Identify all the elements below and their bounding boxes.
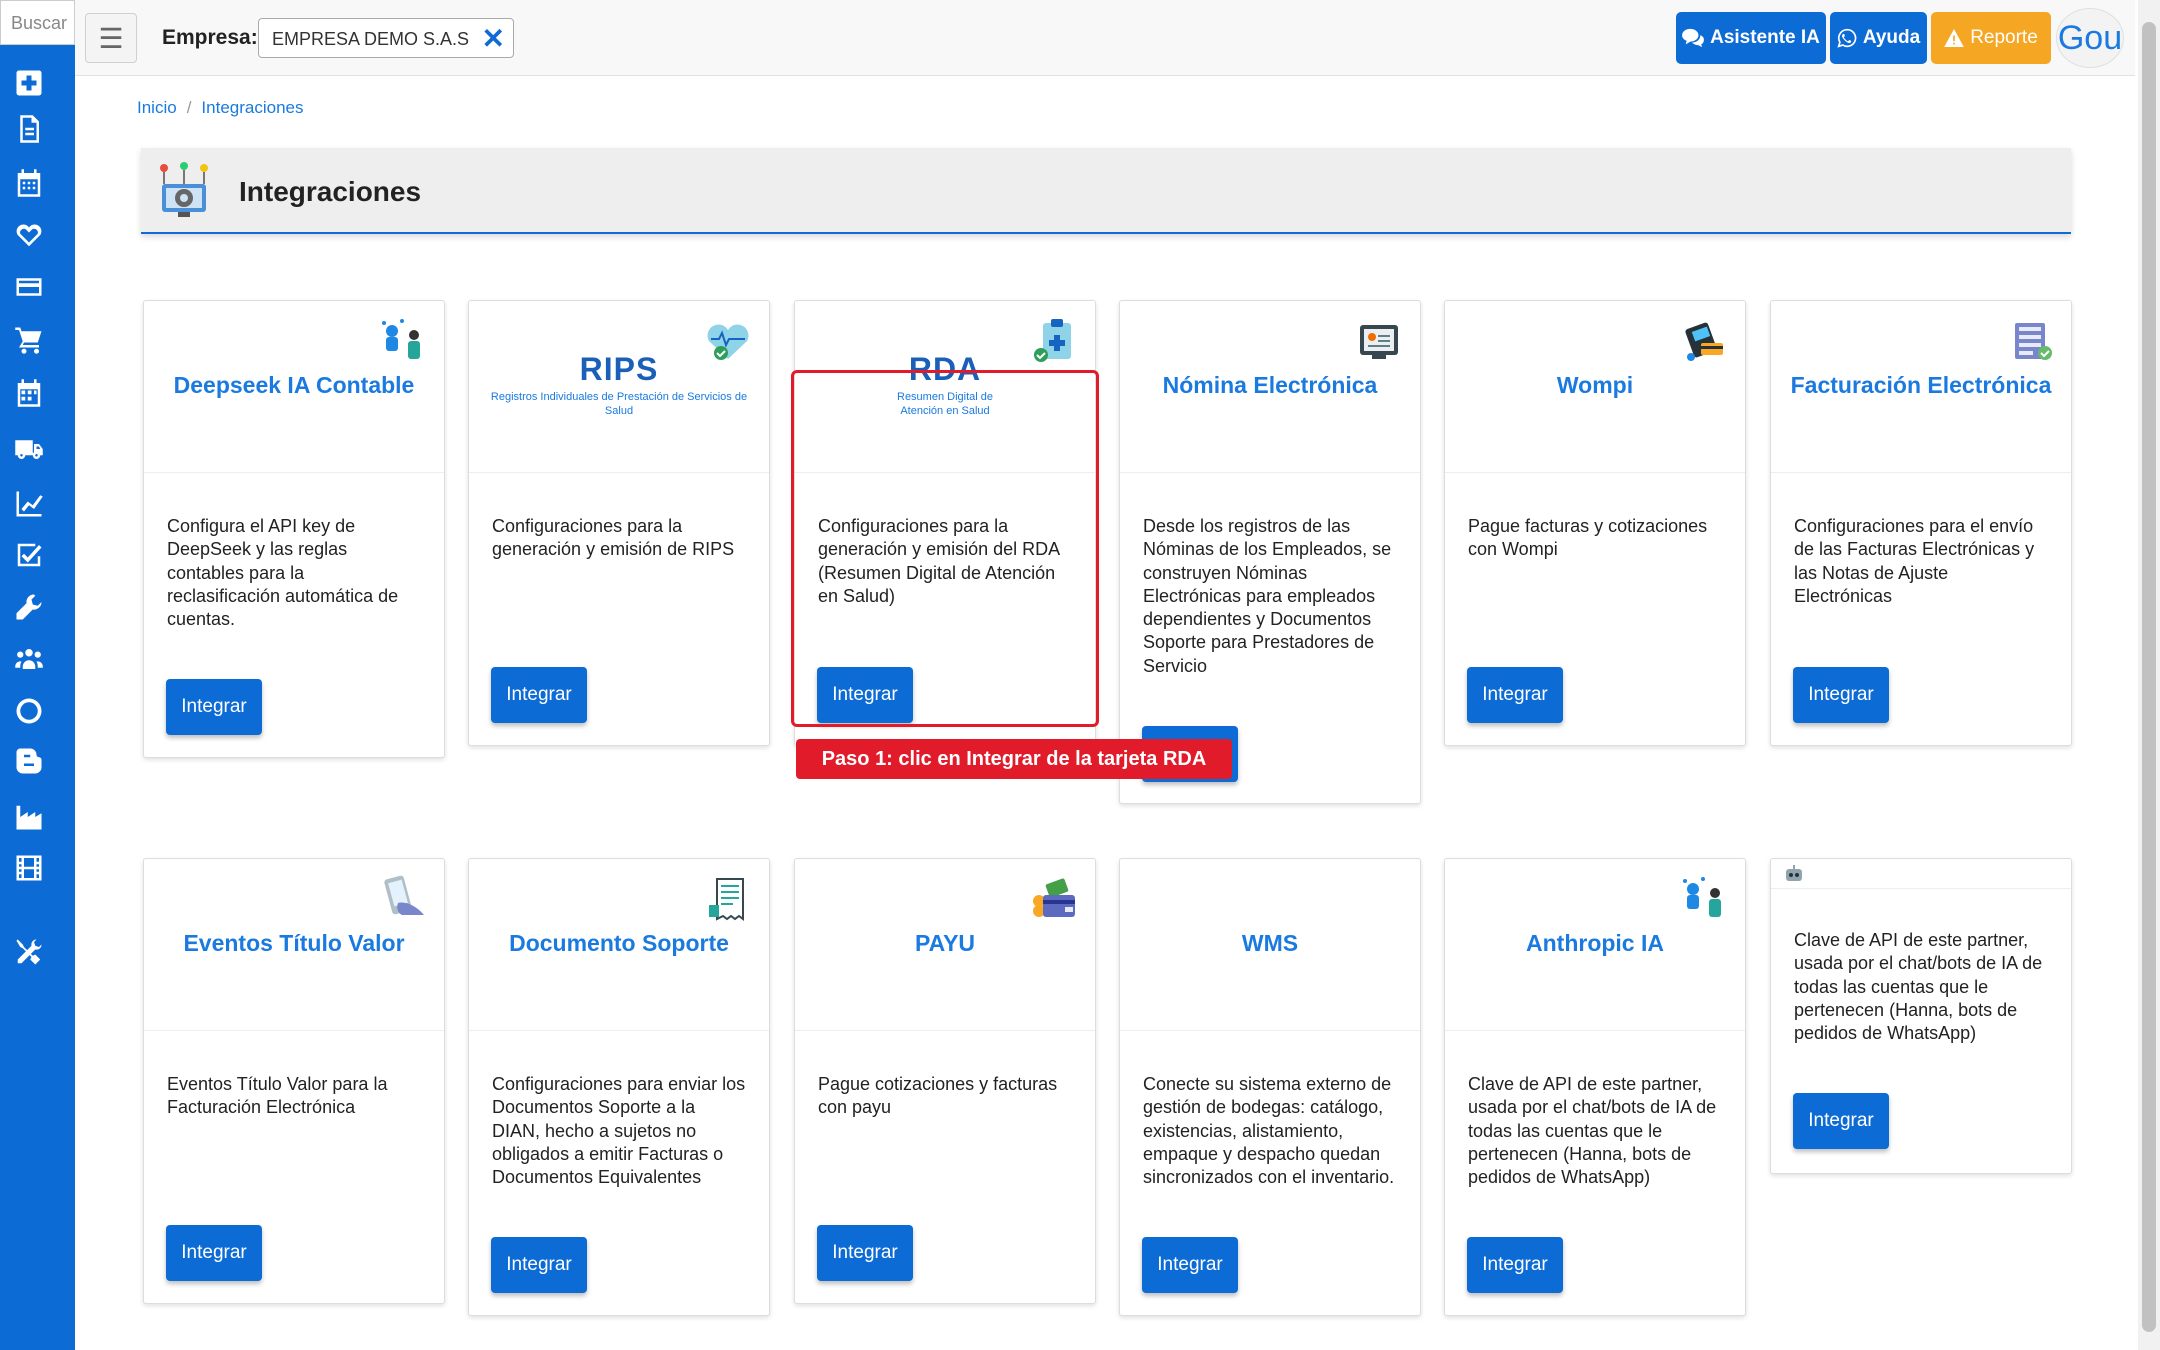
card-title: WMS xyxy=(1241,930,1299,956)
step-callout: Paso 1: clic en Integrar de la tarjeta R… xyxy=(796,739,1232,779)
wrench-icon[interactable] xyxy=(12,590,46,624)
receipt-document-icon xyxy=(709,878,744,921)
calendar-grid-icon[interactable] xyxy=(12,376,46,410)
asistente-ia-button[interactable]: Asistente IA xyxy=(1676,12,1826,64)
integrar-button[interactable]: Integrar xyxy=(1467,1237,1563,1293)
card-title: Documento Soporte xyxy=(509,930,729,956)
mobile-hand-icon xyxy=(384,875,424,915)
card-rips: RIPS Registros Individuales de Prestació… xyxy=(468,300,770,746)
avatar-text: Gou xyxy=(2057,18,2123,57)
breadcrumb-current[interactable]: Integraciones xyxy=(201,98,303,117)
asistente-ia-label: Asistente IA xyxy=(1710,27,1820,48)
tools-icon[interactable] xyxy=(12,935,46,969)
logo-text: RIPS xyxy=(579,351,659,387)
card-description: Clave de API de este partner, usada por … xyxy=(1468,1074,1717,1188)
warning-icon xyxy=(1944,29,1965,47)
card-eventos: Eventos Título Valor Eventos Título Valo… xyxy=(143,858,445,1304)
sidebar-search-input[interactable]: Buscar xyxy=(0,0,75,45)
card-wms: WMS Conecte su sistema externo de gestió… xyxy=(1119,858,1421,1316)
user-avatar[interactable]: Gou xyxy=(2056,8,2124,68)
card-description: Pague cotizaciones y facturas con payu xyxy=(818,1074,1058,1118)
card-description: Configuraciones para la generación y emi… xyxy=(492,516,735,560)
empresa-select[interactable]: EMPRESA DEMO S.A.S ✕ xyxy=(258,18,514,58)
robot-icon xyxy=(1786,865,1802,881)
card-title: Eventos Título Valor xyxy=(183,930,405,956)
payroll-document-icon xyxy=(1360,325,1398,359)
payment-terminal-icon xyxy=(1685,322,1723,361)
card-description: Conecte su sistema externo de gestión de… xyxy=(1143,1074,1395,1188)
reporte-label: Reporte xyxy=(1970,27,2038,48)
film-icon[interactable] xyxy=(12,851,46,885)
card-description: Configura el API key de DeepSeek y las r… xyxy=(167,516,399,630)
page-title: Integraciones xyxy=(239,176,422,207)
card-partner-api: Clave de API de este partner, usada por … xyxy=(1770,858,2072,1174)
integrar-button[interactable]: Integrar xyxy=(1793,667,1889,723)
card-title: Wompi xyxy=(1556,372,1634,398)
card-documento-soporte: Documento Soporte Configuraciones para e… xyxy=(468,858,770,1316)
card-nomina: Nómina Electrónica Desde los registros d… xyxy=(1119,300,1421,804)
calendar-icon[interactable] xyxy=(12,166,46,200)
card-title: Facturación Electrónica xyxy=(1790,372,2052,398)
logo-subtitle: Registros Individuales de Prestación de … xyxy=(490,391,748,417)
whatsapp-icon xyxy=(1837,28,1857,48)
page-header: Integraciones xyxy=(141,148,2071,234)
integrar-button[interactable]: Integrar xyxy=(1793,1093,1889,1149)
card-description: Clave de API de este partner, usada por … xyxy=(1794,930,2043,1044)
invoice-stack-icon xyxy=(2015,323,2052,360)
ai-assistant-icon xyxy=(382,319,420,359)
ai-assistant-icon xyxy=(1683,877,1721,917)
card-title: PAYU xyxy=(914,930,976,956)
rips-logo: RIPS Registros Individuales de Prestació… xyxy=(469,351,769,418)
card-title: Nómina Electrónica xyxy=(1162,372,1378,398)
truck-icon[interactable] xyxy=(12,432,46,466)
users-icon[interactable] xyxy=(12,642,46,676)
integrar-button[interactable]: Integrar xyxy=(166,1225,262,1281)
plus-square-icon[interactable] xyxy=(12,66,46,100)
breadcrumb: Inicio / Integraciones xyxy=(137,98,304,117)
cart-icon[interactable] xyxy=(12,323,46,357)
line-chart-icon[interactable] xyxy=(12,487,46,521)
empresa-value: EMPRESA DEMO S.A.S xyxy=(272,29,470,49)
ayuda-button[interactable]: Ayuda xyxy=(1830,12,1927,64)
card-payu: PAYU Pague cotizaciones y facturas con p… xyxy=(794,858,1096,1304)
card-description: Desde los registros de las Nóminas de lo… xyxy=(1143,516,1392,676)
scrollbar[interactable] xyxy=(2138,0,2160,1350)
card-description: Configuraciones para el envío de las Fac… xyxy=(1794,516,2035,606)
circle-icon[interactable] xyxy=(12,694,46,728)
sidebar: Buscar xyxy=(0,0,75,1350)
reporte-button[interactable]: Reporte xyxy=(1931,12,2051,64)
clear-empresa-icon[interactable]: ✕ xyxy=(482,25,505,53)
integrar-button[interactable]: Integrar xyxy=(491,1237,587,1293)
heart-icon[interactable] xyxy=(12,218,46,252)
scrollbar-thumb[interactable] xyxy=(2142,22,2156,1332)
card-wompi: Wompi Pague facturas y cotizaciones con … xyxy=(1444,300,1746,746)
rips-file-icon[interactable] xyxy=(12,112,46,146)
integrar-button[interactable]: Integrar xyxy=(1142,1237,1238,1293)
integrar-button[interactable]: Integrar xyxy=(1467,667,1563,723)
card-title: Anthropic IA xyxy=(1526,930,1664,956)
checkbox-icon[interactable] xyxy=(12,538,46,572)
industry-icon[interactable] xyxy=(12,800,46,834)
integrar-button[interactable]: Integrar xyxy=(166,679,262,735)
breadcrumb-home[interactable]: Inicio xyxy=(137,98,177,117)
highlight-rda-card xyxy=(791,370,1099,727)
card-anthropic: Anthropic IA Clave de API de este partne… xyxy=(1444,858,1746,1316)
ayuda-label: Ayuda xyxy=(1862,27,1921,48)
integration-gear-icon xyxy=(160,162,208,217)
comments-icon xyxy=(1682,28,1705,48)
card-description: Pague facturas y cotizaciones con Wompi xyxy=(1468,516,1708,560)
integrar-button[interactable]: Integrar xyxy=(817,1225,913,1281)
menu-toggle-icon[interactable]: ☰ xyxy=(85,13,137,63)
card-deepseek: Deepseek IA Contable Configura el API ke… xyxy=(143,300,445,758)
empresa-label: Empresa: xyxy=(162,26,258,49)
blogger-icon[interactable] xyxy=(12,744,46,778)
wallet-card-icon xyxy=(1033,878,1075,917)
card-description: Eventos Título Valor para la Facturación… xyxy=(167,1074,388,1118)
credit-card-icon[interactable] xyxy=(12,270,46,304)
card-description: Configuraciones para enviar los Document… xyxy=(492,1074,746,1188)
card-facturacion: Facturación Electrónica Configuraciones … xyxy=(1770,300,2072,746)
card-title: Deepseek IA Contable xyxy=(173,372,415,398)
integrar-button[interactable]: Integrar xyxy=(491,667,587,723)
